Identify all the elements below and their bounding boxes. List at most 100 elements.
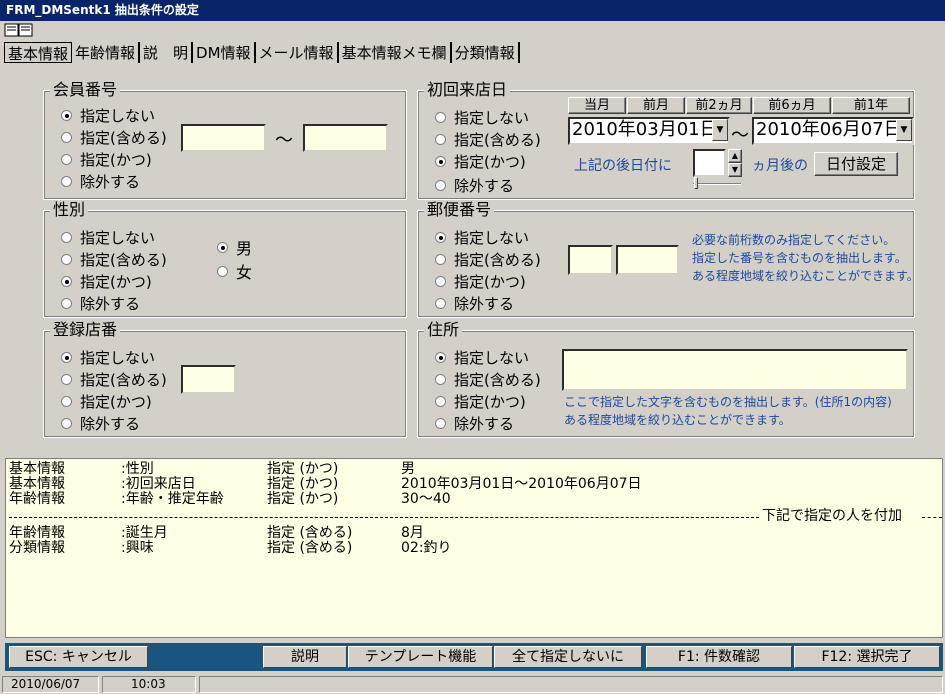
first-visit-opt-exclude[interactable]: 除外する	[435, 175, 514, 196]
slider-thumb[interactable]	[694, 177, 698, 189]
store-opt-exclude[interactable]: 除外する	[61, 413, 140, 434]
member-no-opt-exclude[interactable]: 除外する	[61, 171, 140, 192]
chevron-down-icon[interactable]: ▼	[896, 119, 912, 141]
tab-mail-info[interactable]: メール情報	[256, 42, 339, 63]
summary-value: 2010年03月01日～2010年06月07日	[401, 476, 642, 492]
summary-item: :性別	[121, 461, 154, 477]
member-no-opt-and[interactable]: 指定(かつ)	[61, 149, 152, 170]
gender-female-radio[interactable]: 女	[217, 259, 252, 283]
reset-all-button[interactable]: 全て指定しないに	[494, 646, 642, 668]
member-no-from-input[interactable]	[181, 124, 266, 152]
tab-basic-info[interactable]: 基本情報	[4, 42, 73, 63]
gender-opt-and[interactable]: 指定(かつ)	[61, 271, 152, 292]
summary-item: :年齢・推定年齢	[121, 491, 224, 507]
tab-classification[interactable]: 分類情報	[452, 42, 520, 63]
store-opt-none[interactable]: 指定しない	[61, 347, 155, 368]
member-no-opt-none[interactable]: 指定しない	[61, 105, 155, 126]
address-opt-include[interactable]: 指定(含める)	[435, 369, 541, 390]
postal-opt-include[interactable]: 指定(含める)	[435, 249, 541, 270]
address-opt-and[interactable]: 指定(かつ)	[435, 391, 526, 412]
prev-2-months-button[interactable]: 前2ヵ月	[686, 97, 752, 114]
option-label: 指定しない	[454, 109, 530, 127]
postal-opt-and[interactable]: 指定(かつ)	[435, 271, 526, 292]
gender-opt-none[interactable]: 指定しない	[61, 227, 155, 248]
this-month-button[interactable]: 当月	[568, 97, 626, 114]
gender-male-radio[interactable]: 男	[217, 235, 252, 259]
gender-title: 性別	[50, 200, 89, 220]
months-later-label: ヵ月後の	[752, 158, 808, 174]
gender-opt-include[interactable]: 指定(含める)	[61, 249, 167, 270]
summary-category: 基本情報	[9, 461, 65, 477]
radio-off-icon	[61, 154, 72, 165]
template-button[interactable]: テンプレート機能	[348, 646, 493, 668]
radio-off-icon	[435, 180, 446, 191]
status-date: 2010/06/07	[2, 676, 99, 693]
radio-on-icon	[61, 352, 72, 363]
radio-off-icon	[61, 254, 72, 265]
radio-on-icon	[435, 156, 446, 167]
slider-track[interactable]	[693, 183, 741, 185]
address-opt-exclude[interactable]: 除外する	[435, 413, 514, 434]
date-to-value: 2010年06月07日	[756, 119, 902, 140]
postal-suffix-input[interactable]	[616, 245, 679, 275]
spin-up-icon[interactable]: ▲	[728, 149, 742, 163]
postal-opt-none[interactable]: 指定しない	[435, 227, 529, 248]
prev-6-months-button[interactable]: 前6ヵ月	[753, 97, 831, 114]
summary-category: 年齢情報	[9, 525, 65, 541]
address-title: 住所	[424, 320, 463, 340]
toolbar	[0, 21, 945, 39]
postal-opt-exclude[interactable]: 除外する	[435, 293, 514, 314]
window-title: FRM_DMSentk1 抽出条件の設定	[0, 0, 945, 21]
last-month-button[interactable]: 前月	[627, 97, 685, 114]
option-label: 指定(含める)	[80, 371, 167, 389]
member-no-to-input[interactable]	[303, 124, 388, 152]
summary-value: 30～40	[401, 491, 451, 507]
option-label: 除外する	[454, 415, 515, 433]
chevron-down-icon[interactable]: ▼	[712, 119, 728, 141]
status-message	[199, 676, 943, 693]
radio-on-icon	[61, 110, 72, 121]
option-label: 指定しない	[80, 349, 156, 367]
postal-prefix-input[interactable]	[568, 245, 613, 275]
first-visit-opt-and[interactable]: 指定(かつ)	[435, 151, 526, 172]
set-date-button[interactable]: 日付設定	[814, 152, 898, 176]
tab-dm-info[interactable]: DM情報	[193, 42, 256, 63]
store-no-input[interactable]	[181, 365, 236, 394]
option-label: 女	[236, 263, 253, 282]
count-check-button[interactable]: F1: 件数確認	[646, 646, 792, 668]
date-to-select[interactable]: 2010年06月07日 ▼	[752, 117, 914, 145]
book-icon[interactable]	[4, 23, 34, 37]
date-from-select[interactable]: 2010年03月01日 ▼	[568, 117, 730, 145]
option-label: 除外する	[80, 295, 141, 313]
option-label: 指定(含める)	[80, 251, 167, 269]
postal-note-2: 指定した番号を含むものを抽出します。	[692, 251, 907, 265]
separator-line	[9, 517, 759, 518]
tab-description[interactable]: 説 明	[140, 42, 194, 63]
radio-off-icon	[61, 232, 72, 243]
finish-button[interactable]: F12: 選択完了	[794, 646, 940, 668]
summary-category: 基本情報	[9, 476, 65, 492]
tab-age-info[interactable]: 年齢情報	[72, 42, 141, 63]
summary-value: 8月	[401, 525, 424, 541]
summary-item: :初回来店日	[121, 476, 196, 492]
gender-opt-exclude[interactable]: 除外する	[61, 293, 140, 314]
first-visit-opt-none[interactable]: 指定しない	[435, 107, 529, 128]
address-group: 住所 指定しない 指定(含める) 指定(かつ) 除外する ここで指定した文字を含…	[417, 320, 915, 438]
first-visit-opt-include[interactable]: 指定(含める)	[435, 129, 541, 150]
member-no-opt-include[interactable]: 指定(含める)	[61, 127, 167, 148]
range-tilde: ～	[275, 130, 293, 151]
address-opt-none[interactable]: 指定しない	[435, 347, 529, 368]
option-label: 指定(かつ)	[454, 273, 526, 291]
spin-down-icon[interactable]: ▼	[728, 163, 742, 177]
address-input[interactable]	[562, 349, 908, 391]
cancel-button[interactable]: ESC: キャンセル	[9, 646, 148, 668]
summary-mode: 指定 (含める)	[267, 540, 353, 556]
tab-basic-memo[interactable]: 基本情報メモ欄	[339, 42, 452, 63]
months-after-input[interactable]	[693, 149, 726, 177]
radio-off-icon	[61, 176, 72, 187]
prev-1-year-button[interactable]: 前1年	[832, 97, 910, 114]
help-button[interactable]: 説明	[263, 646, 347, 668]
store-opt-and[interactable]: 指定(かつ)	[61, 391, 152, 412]
function-key-bar: ESC: キャンセル 説明 テンプレート機能 全て指定しないに F1: 件数確認…	[5, 643, 943, 671]
store-opt-include[interactable]: 指定(含める)	[61, 369, 167, 390]
